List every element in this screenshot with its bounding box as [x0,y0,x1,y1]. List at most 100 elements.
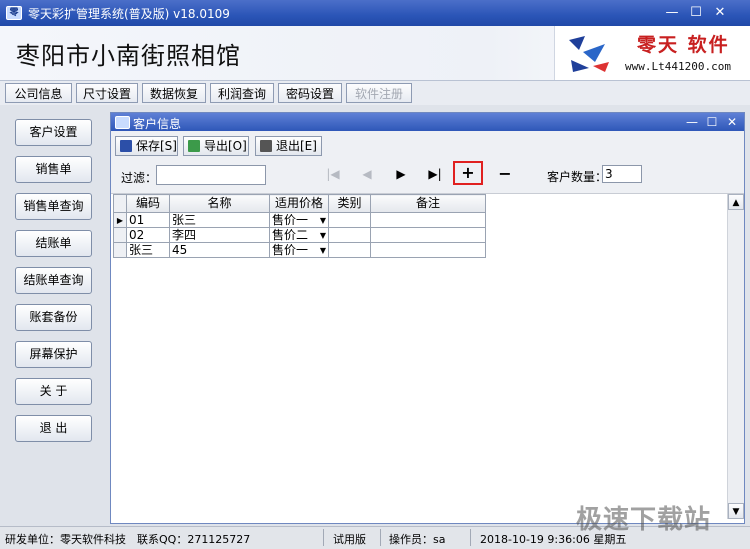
last-record-icon[interactable]: ▶| [423,163,447,185]
cell-price[interactable]: ▼ 售价二 [269,227,329,243]
minimize-button[interactable]: — [662,4,682,21]
next-record-icon[interactable]: ▶ [389,163,413,185]
row-indicator [113,242,127,258]
cell-name[interactable]: 45 [169,242,270,258]
column-header-note[interactable]: 备注 [370,194,486,213]
tab-size-settings[interactable]: 尺寸设置 [76,83,138,103]
cell-category[interactable] [328,242,371,258]
shop-name: 枣阳市小南街照相馆 [16,42,241,70]
toolbar: 保存[S] 导出[O] 退出[E] 过滤： |◀ ◀ ▶ ▶| + − 客户数量… [111,131,744,194]
nav-account-backup[interactable]: 账套备份 [15,304,92,331]
status-divider [323,529,324,546]
window-titlebar: 零 零天彩扩管理系统(普及版) v18.0109 — ☐ ✕ [0,0,750,26]
customer-count-label: 客户数量： [547,170,608,184]
nav-sales-order-query[interactable]: 销售单查询 [15,193,92,220]
customer-count-field: 3 [602,165,642,183]
cell-category[interactable] [328,212,371,228]
child-maximize-button[interactable]: ☐ [703,114,721,130]
save-label: 保存[S] [136,139,177,153]
column-header-name[interactable]: 名称 [169,194,270,213]
app-icon: 零 [6,6,22,20]
child-window-titlebar: 客户信息 — ☐ ✕ [111,113,744,131]
logo-brand: 零天 软件 [637,34,730,56]
tab-software-register: 软件注册 [346,83,412,103]
watermark: 极速下载站 [576,505,712,535]
cell-note[interactable] [370,227,486,243]
floppy-disk-icon [120,140,132,152]
tab-profit-query[interactable]: 利润查询 [210,83,274,103]
table-row[interactable]: 02 李四 ▼ 售价二 [113,227,486,243]
nav-settlement[interactable]: 结账单 [15,230,92,257]
current-row-icon: ▶ [113,212,127,228]
app-header: 枣阳市小南街照相馆 零天 软件 www.Lt441200.com [0,26,750,81]
dropdown-arrow-icon[interactable]: ▼ [320,229,326,242]
tab-data-restore[interactable]: 数据恢复 [142,83,206,103]
child-close-button[interactable]: ✕ [723,114,741,130]
first-record-icon[interactable]: |◀ [321,163,345,185]
customer-grid: 编码 名称 适用价格 类别 备注 ▶ 01 张三 ▼ 售价一 02 李四 ▼ 售… [113,194,727,519]
cell-category[interactable] [328,227,371,243]
cell-note[interactable] [370,242,486,258]
table-row[interactable]: 张三 45 ▼ 售价一 [113,242,486,258]
logo-site: www.Lt441200.com [625,60,731,73]
close-button[interactable]: ✕ [710,4,730,21]
status-developer: 研发单位：零天软件科技 [5,533,126,546]
nav-settlement-query[interactable]: 结账单查询 [15,267,92,294]
top-menu-bar: 公司信息 尺寸设置 数据恢复 利润查询 密码设置 软件注册 [0,81,750,105]
save-button[interactable]: 保存[S] [115,136,178,156]
status-divider [380,529,381,546]
table-row[interactable]: ▶ 01 张三 ▼ 售价一 [113,212,486,228]
filter-label: 过滤： [121,171,158,185]
nav-screen-saver[interactable]: 屏幕保护 [15,341,92,368]
add-record-icon[interactable]: + [453,161,483,185]
logo-mark-icon [569,36,609,72]
row-indicator [113,227,127,243]
exit-door-icon [260,140,272,152]
child-window-icon [115,116,130,129]
customer-info-window: 客户信息 — ☐ ✕ 保存[S] 导出[O] 退出[E] 过滤： |◀ ◀ ▶ … [110,112,745,524]
status-qq: 联系QQ：271125727 [137,533,251,546]
cell-name[interactable]: 张三 [169,212,270,228]
nav-sales-order[interactable]: 销售单 [15,156,92,183]
child-window-title: 客户信息 [133,117,182,131]
column-header-code[interactable]: 编码 [126,194,170,213]
export-icon [188,140,200,152]
filter-input[interactable] [156,165,266,185]
cell-code[interactable]: 02 [126,227,170,243]
exit-label: 退出[E] [276,139,317,153]
scroll-down-icon[interactable]: ▼ [728,503,744,519]
status-divider [470,529,471,546]
cell-code[interactable]: 张三 [126,242,170,258]
price-value: 售价一 [272,242,309,257]
maximize-button[interactable]: ☐ [686,4,706,21]
cell-price[interactable]: ▼ 售价一 [269,212,329,228]
window-title: 零天彩扩管理系统(普及版) v18.0109 [28,7,230,21]
cell-code[interactable]: 01 [126,212,170,228]
scroll-up-icon[interactable]: ▲ [728,194,744,210]
export-label: 导出[O] [204,139,247,153]
column-header-category[interactable]: 类别 [328,194,371,213]
nav-about[interactable]: 关 于 [15,378,92,405]
status-operator: 操作员：sa [389,533,446,546]
cell-price[interactable]: ▼ 售价一 [269,242,329,258]
status-edition: 试用版 [333,533,366,546]
cell-note[interactable] [370,212,486,228]
dropdown-arrow-icon[interactable]: ▼ [320,244,326,257]
column-header-price[interactable]: 适用价格 [269,194,329,213]
row-indicator-header [113,194,127,213]
dropdown-arrow-icon[interactable]: ▼ [320,214,326,227]
nav-customer-settings[interactable]: 客户设置 [15,119,92,146]
exit-button[interactable]: 退出[E] [255,136,322,156]
tab-password-settings[interactable]: 密码设置 [278,83,342,103]
delete-record-icon[interactable]: − [493,163,517,185]
price-value: 售价一 [272,212,309,227]
prev-record-icon[interactable]: ◀ [355,163,379,185]
tab-company-info[interactable]: 公司信息 [5,83,72,103]
child-minimize-button[interactable]: — [683,114,701,130]
cell-name[interactable]: 李四 [169,227,270,243]
nav-exit[interactable]: 退 出 [15,415,92,442]
vertical-scrollbar[interactable]: ▲ ▼ [727,194,744,519]
price-value: 售价二 [272,227,309,242]
export-button[interactable]: 导出[O] [183,136,249,156]
logo: 零天 软件 www.Lt441200.com [554,26,750,80]
